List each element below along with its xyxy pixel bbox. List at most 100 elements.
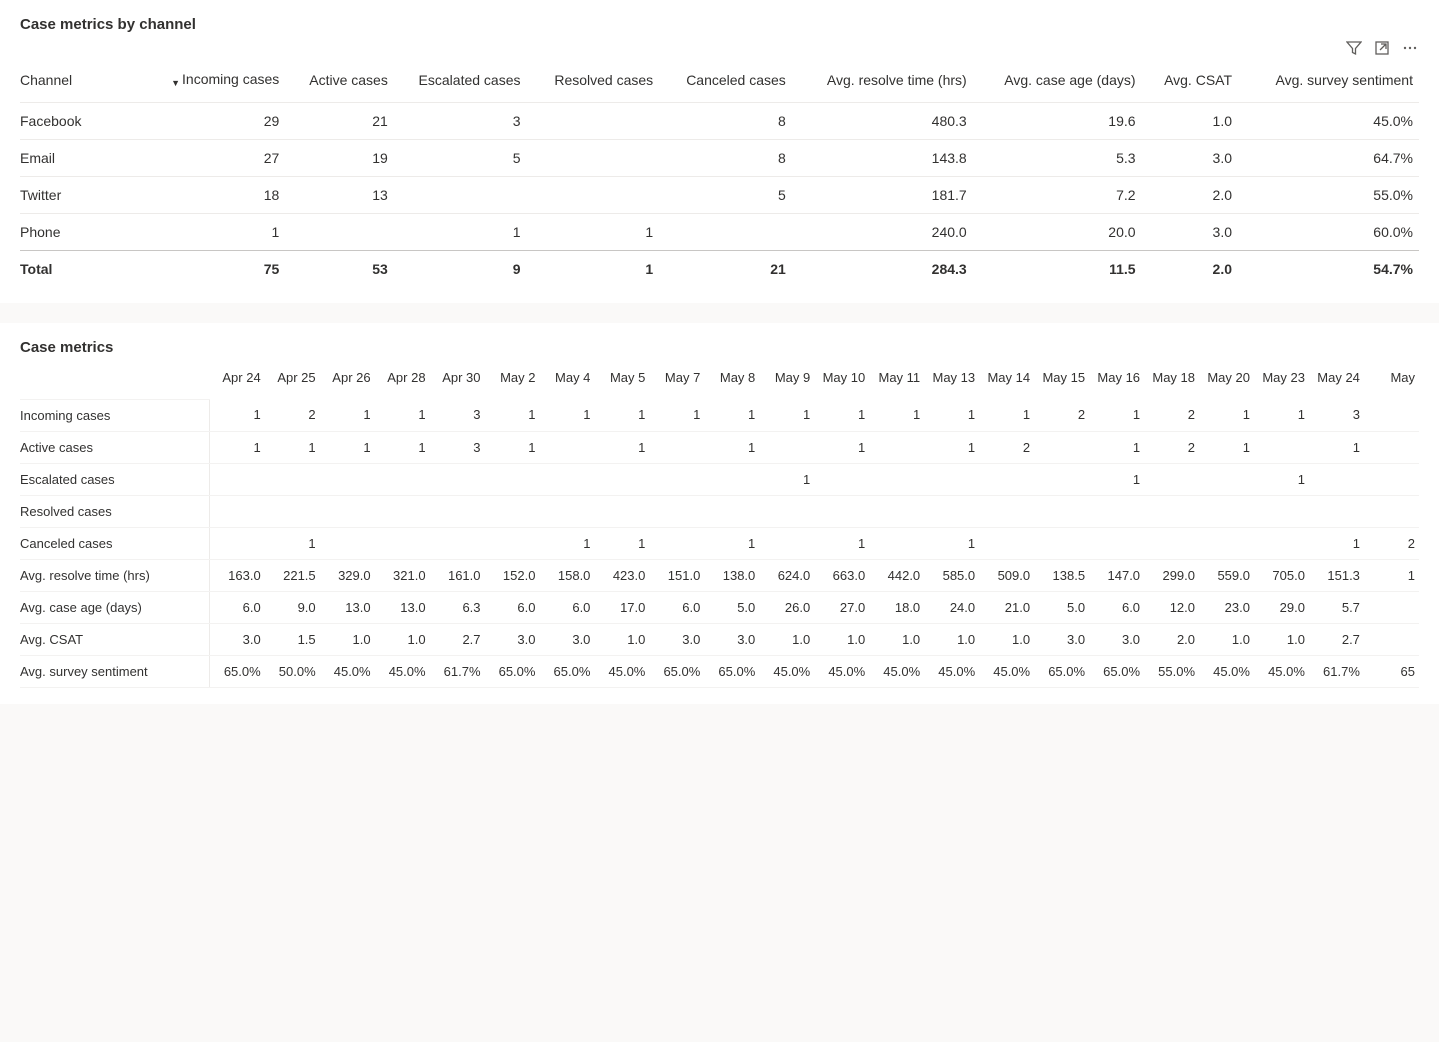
- cell: 163.0: [210, 559, 265, 591]
- cell: [375, 495, 430, 527]
- date-column[interactable]: Apr 25: [265, 362, 320, 399]
- cell: 6.3: [430, 591, 485, 623]
- cell: 1: [924, 399, 979, 431]
- cell: 6.0: [539, 591, 594, 623]
- cell: 45.0%: [320, 655, 375, 687]
- cell: Phone: [20, 214, 153, 251]
- cell: 5: [394, 140, 527, 177]
- cell: [869, 527, 924, 559]
- cell: [704, 463, 759, 495]
- cell: [924, 463, 979, 495]
- date-column[interactable]: May 5: [594, 362, 649, 399]
- date-column[interactable]: May 10: [814, 362, 869, 399]
- col-active[interactable]: Active cases: [285, 61, 394, 103]
- cell: [539, 463, 594, 495]
- row-label: Incoming cases: [20, 399, 210, 431]
- cell: 1: [594, 527, 649, 559]
- panel-title: Case metrics by channel: [20, 16, 1419, 33]
- focus-mode-icon[interactable]: [1373, 39, 1391, 57]
- date-column[interactable]: Apr 30: [430, 362, 485, 399]
- cell: 64.7%: [1238, 140, 1419, 177]
- table-row[interactable]: Avg. CSAT3.01.51.01.02.73.03.01.03.03.01…: [20, 623, 1419, 655]
- date-column[interactable]: May 7: [649, 362, 704, 399]
- date-column[interactable]: Apr 24: [210, 362, 265, 399]
- cell: [1364, 495, 1419, 527]
- cell: [1199, 527, 1254, 559]
- cell: 1.0: [814, 623, 869, 655]
- cell: 1: [814, 431, 869, 463]
- date-column[interactable]: May 2: [485, 362, 540, 399]
- table-row[interactable]: Escalated cases111: [20, 463, 1419, 495]
- table-row[interactable]: Canceled cases11111112: [20, 527, 1419, 559]
- col-escalated[interactable]: Escalated cases: [394, 61, 527, 103]
- date-column[interactable]: May 14: [979, 362, 1034, 399]
- table-row[interactable]: Avg. case age (days)6.09.013.013.06.36.0…: [20, 591, 1419, 623]
- cell: 6.0: [649, 591, 704, 623]
- cell: 23.0: [1199, 591, 1254, 623]
- cell: 27.0: [814, 591, 869, 623]
- cell: 1: [869, 399, 924, 431]
- table-header-row: Channel ▼Incoming cases Active cases Esc…: [20, 61, 1419, 103]
- cell: 1: [210, 399, 265, 431]
- cell: 1: [814, 399, 869, 431]
- cell: [1034, 527, 1089, 559]
- date-column[interactable]: May: [1364, 362, 1419, 399]
- cell: 55.0%: [1144, 655, 1199, 687]
- more-options-icon[interactable]: [1401, 39, 1419, 57]
- table-row[interactable]: Twitter18135181.77.22.055.0%: [20, 177, 1419, 214]
- table-row[interactable]: Email271958143.85.33.064.7%: [20, 140, 1419, 177]
- table-row[interactable]: Avg. resolve time (hrs)163.0221.5329.032…: [20, 559, 1419, 591]
- col-avg-case-age[interactable]: Avg. case age (days): [973, 61, 1142, 103]
- col-channel[interactable]: Channel: [20, 61, 153, 103]
- col-avg-sentiment[interactable]: Avg. survey sentiment: [1238, 61, 1419, 103]
- col-incoming[interactable]: ▼Incoming cases: [153, 61, 286, 103]
- date-column[interactable]: May 13: [924, 362, 979, 399]
- col-resolved[interactable]: Resolved cases: [527, 61, 660, 103]
- table-row[interactable]: Active cases111131111121211: [20, 431, 1419, 463]
- cell: 1: [320, 431, 375, 463]
- date-column[interactable]: May 16: [1089, 362, 1144, 399]
- table-row[interactable]: Incoming cases121131111111111212113: [20, 399, 1419, 431]
- date-column[interactable]: May 8: [704, 362, 759, 399]
- panel-toolbar: [20, 39, 1419, 57]
- date-column[interactable]: May 18: [1144, 362, 1199, 399]
- date-column[interactable]: Apr 28: [375, 362, 430, 399]
- cell: 2.7: [1309, 623, 1364, 655]
- cell: 17.0: [594, 591, 649, 623]
- date-column[interactable]: May 11: [869, 362, 924, 399]
- date-column[interactable]: May 20: [1199, 362, 1254, 399]
- cell: 1: [210, 431, 265, 463]
- cell: 12.0: [1144, 591, 1199, 623]
- col-canceled[interactable]: Canceled cases: [659, 61, 792, 103]
- table-row[interactable]: Avg. survey sentiment65.0%50.0%45.0%45.0…: [20, 655, 1419, 687]
- date-column[interactable]: May 9: [759, 362, 814, 399]
- cell: 705.0: [1254, 559, 1309, 591]
- cell: 5.0: [1034, 591, 1089, 623]
- table-row[interactable]: Facebook292138480.319.61.045.0%: [20, 103, 1419, 140]
- cell: Email: [20, 140, 153, 177]
- filter-icon[interactable]: [1345, 39, 1363, 57]
- date-column[interactable]: May 4: [539, 362, 594, 399]
- date-column[interactable]: May 15: [1034, 362, 1089, 399]
- date-column[interactable]: Apr 26: [320, 362, 375, 399]
- cell: 240.0: [792, 214, 973, 251]
- table-row[interactable]: Phone111240.020.03.060.0%: [20, 214, 1419, 251]
- cell: 9: [394, 251, 527, 288]
- cell: 1: [265, 431, 320, 463]
- cell: [759, 495, 814, 527]
- cell: 60.0%: [1238, 214, 1419, 251]
- cell: 1: [394, 214, 527, 251]
- cell: 1: [1309, 431, 1364, 463]
- cell: [265, 463, 320, 495]
- cell: 45.0%: [594, 655, 649, 687]
- date-column[interactable]: May 23: [1254, 362, 1309, 399]
- cell: Facebook: [20, 103, 153, 140]
- table-row[interactable]: Resolved cases: [20, 495, 1419, 527]
- col-avg-csat[interactable]: Avg. CSAT: [1142, 61, 1238, 103]
- col-avg-resolve-time[interactable]: Avg. resolve time (hrs): [792, 61, 973, 103]
- cell: 1: [153, 214, 286, 251]
- date-column[interactable]: May 24: [1309, 362, 1364, 399]
- cell: 151.3: [1309, 559, 1364, 591]
- row-label: Avg. CSAT: [20, 623, 210, 655]
- cell: 151.0: [649, 559, 704, 591]
